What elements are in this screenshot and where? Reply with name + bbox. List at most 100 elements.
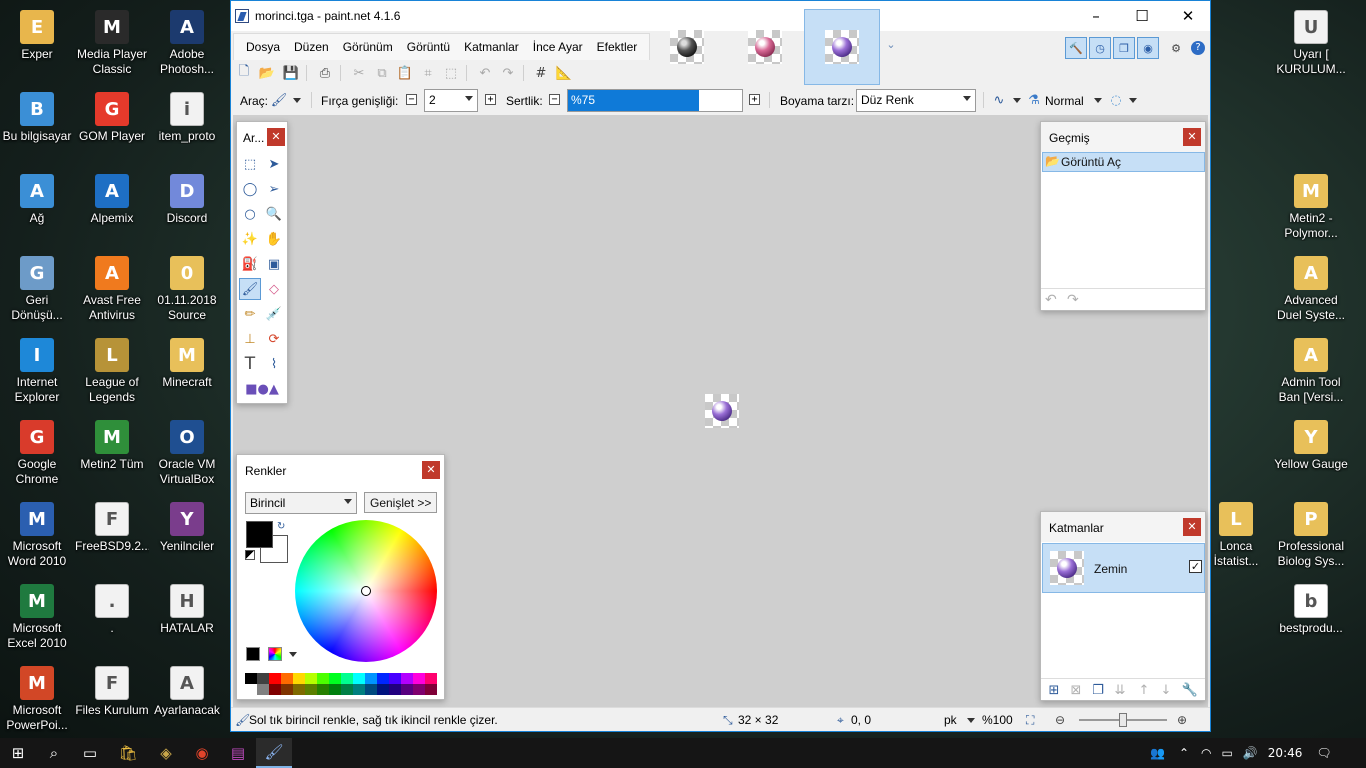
brush-width-decrease-button[interactable]: −	[406, 94, 417, 105]
palette-swatch[interactable]	[245, 684, 257, 695]
desktop-shortcut[interactable]: A Alpemix	[75, 170, 149, 246]
paintnet-taskbar-icon[interactable]: 🖌	[256, 738, 292, 768]
history-panel-header[interactable]: Geçmiş ✕	[1041, 122, 1205, 152]
unit-selector[interactable]: pk	[944, 713, 957, 727]
antialiasing-icon[interactable]: ∿	[989, 91, 1009, 109]
add-to-palette-icon[interactable]	[246, 647, 260, 661]
palette-swatch[interactable]	[281, 673, 293, 684]
desktop-shortcut[interactable]: B Bu bilgisayar	[0, 88, 74, 164]
cut-icon[interactable]: ✂	[349, 64, 369, 82]
paste-icon[interactable]: 📋	[395, 64, 415, 82]
brush-width-increase-button[interactable]: +	[485, 94, 496, 105]
redo-icon[interactable]: ↷	[1067, 292, 1079, 308]
chevron-down-icon[interactable]: ⌄	[880, 33, 902, 55]
copy-icon[interactable]: ⧉	[372, 64, 392, 82]
palette-swatch[interactable]	[269, 673, 281, 684]
ellipse-select-tool-icon[interactable]: ○	[239, 203, 261, 225]
desktop-shortcut[interactable]: A Ayarlanacak	[150, 662, 224, 738]
text-tool-icon[interactable]: T	[239, 353, 261, 375]
desktop-shortcut[interactable]: O Oracle VM VirtualBox	[150, 416, 224, 492]
palette-swatch[interactable]	[365, 684, 377, 695]
desktop-shortcut[interactable]: H HATALAR	[150, 580, 224, 656]
palette-swatch[interactable]	[365, 673, 377, 684]
tools-window-toggle-icon[interactable]: 🔨	[1065, 37, 1087, 59]
close-icon[interactable]: ✕	[1183, 128, 1201, 146]
hardness-decrease-button[interactable]: −	[549, 94, 560, 105]
palette-swatch[interactable]	[245, 673, 257, 684]
desktop-shortcut[interactable]: ..	[75, 580, 149, 656]
tools-panel-header[interactable]: Ar... ✕	[237, 122, 287, 152]
desktop-shortcut[interactable]: G GOM Player	[75, 88, 149, 164]
desktop-shortcut[interactable]: G Geri Dönüşü...	[0, 252, 74, 328]
eraser-tool-icon[interactable]: ◇	[263, 278, 285, 300]
minimize-button[interactable]: –	[1073, 1, 1119, 31]
palette-swatch[interactable]	[341, 684, 353, 695]
palette-swatch[interactable]	[425, 673, 437, 684]
menu-layers[interactable]: Katmanlar	[457, 34, 526, 61]
palette-swatch[interactable]	[305, 673, 317, 684]
desktop-shortcut[interactable]: D Discord	[150, 170, 224, 246]
blend-mode-icon[interactable]: ⚗	[1024, 91, 1044, 109]
layers-window-toggle-icon[interactable]: ❐	[1113, 37, 1135, 59]
desktop-shortcut[interactable]: M Microsoft PowerPoi...	[0, 662, 74, 738]
notification-icon[interactable]: 🗨	[1316, 746, 1331, 760]
help-icon[interactable]: ?	[1191, 41, 1205, 55]
blend-mode-value[interactable]: Normal	[1045, 94, 1084, 108]
grid-icon[interactable]: #	[531, 64, 551, 82]
layers-panel-header[interactable]: Katmanlar ✕	[1041, 512, 1205, 542]
close-button[interactable]: ✕	[1165, 1, 1211, 31]
clone-stamp-tool-icon[interactable]: ⊥	[239, 328, 261, 350]
volume-icon[interactable]: 🔊	[1243, 746, 1258, 760]
desktop-shortcut[interactable]: A Advanced Duel Syste...	[1274, 252, 1348, 328]
desktop-shortcut[interactable]: F FreeBSD9.2....	[75, 498, 149, 574]
desktop-shortcut[interactable]: P Professional Biolog Sys...	[1274, 498, 1348, 574]
people-icon[interactable]: 👥	[1150, 746, 1165, 760]
close-icon[interactable]: ✕	[267, 128, 285, 146]
move-layer-down-icon[interactable]: ↓	[1155, 679, 1177, 701]
layer-item[interactable]: Zemin ✓	[1042, 543, 1205, 593]
color-wheel-cursor[interactable]	[361, 586, 371, 596]
gradient-tool-icon[interactable]: ▣	[263, 253, 285, 275]
desktop-shortcut[interactable]: 0 01.11.2018 Source	[150, 252, 224, 328]
desktop-shortcut[interactable]: M Media Player Classic	[75, 6, 149, 82]
tool-dropdown-arrow[interactable]	[293, 98, 301, 103]
antialiasing-dropdown-arrow[interactable]	[1013, 98, 1021, 103]
search-icon[interactable]: ⌕	[36, 738, 72, 768]
zoom-out-icon[interactable]: ⊖	[1055, 713, 1065, 727]
desktop-shortcut[interactable]: Y Yenilnciler	[150, 498, 224, 574]
palette-swatch[interactable]	[413, 673, 425, 684]
palette-swatch[interactable]	[401, 684, 413, 695]
selection-mode-icon[interactable]: ◌	[1106, 91, 1126, 109]
menu-effects[interactable]: Efektler	[590, 34, 645, 61]
battery-icon[interactable]: ▭	[1222, 746, 1233, 760]
desktop-shortcut[interactable]: M Microsoft Word 2010	[0, 498, 74, 574]
palette-swatch[interactable]	[353, 684, 365, 695]
print-icon[interactable]: ⎙	[315, 64, 335, 82]
close-icon[interactable]: ✕	[1183, 518, 1201, 536]
zoom-tool-icon[interactable]: 🔍	[263, 203, 285, 225]
palette-swatch[interactable]	[389, 673, 401, 684]
add-layer-icon[interactable]: ⊞	[1043, 679, 1065, 701]
document-tab-active[interactable]	[804, 9, 880, 85]
gear-icon[interactable]: ⚙	[1165, 37, 1187, 59]
reset-colors-icon[interactable]	[245, 550, 255, 560]
save-icon[interactable]: 💾	[281, 64, 301, 82]
image-canvas[interactable]	[705, 394, 739, 428]
hardness-increase-button[interactable]: +	[749, 94, 760, 105]
palette-swatch[interactable]	[329, 684, 341, 695]
desktop-shortcut[interactable]: i item_proto	[150, 88, 224, 164]
desktop-shortcut[interactable]: U Uyarı [ KURULUM...	[1274, 6, 1348, 82]
swap-colors-icon[interactable]: ↻	[277, 521, 285, 532]
rectangle-select-tool-icon[interactable]: ⬚	[239, 153, 261, 175]
zoom-in-icon[interactable]: ⊕	[1177, 713, 1187, 727]
hardness-slider[interactable]: %75	[567, 89, 743, 112]
magic-wand-tool-icon[interactable]: ✨	[239, 228, 261, 250]
menu-view[interactable]: Görünüm	[336, 34, 400, 61]
color-picker-tool-icon[interactable]: 💉	[263, 303, 285, 325]
desktop-shortcut[interactable]: M Microsoft Excel 2010	[0, 580, 74, 656]
layer-properties-icon[interactable]: 🔧	[1179, 679, 1201, 701]
palette-menu-icon[interactable]	[268, 647, 282, 661]
undo-icon[interactable]: ↶	[475, 64, 495, 82]
fill-style-select[interactable]: Düz Renk	[856, 89, 976, 112]
store-icon[interactable]: 🛍	[110, 738, 146, 768]
